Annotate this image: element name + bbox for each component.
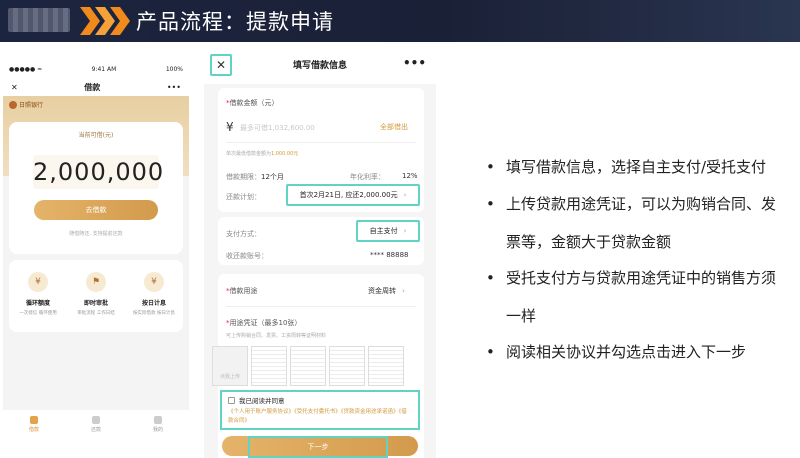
agreement-text: 我已阅读并同意	[239, 397, 285, 405]
nav-title: 借款	[84, 82, 101, 92]
more-icon[interactable]: •••	[403, 56, 426, 70]
close-icon[interactable]: ✕	[11, 83, 18, 92]
tab-borrow[interactable]: 借款	[28, 415, 39, 433]
tab-label: 借款	[28, 426, 39, 433]
agreement-checkbox-row[interactable]: 我已阅读并同意	[228, 395, 412, 405]
close-button[interactable]: ✕	[210, 54, 232, 76]
bank-logo: 日照银行	[9, 100, 43, 109]
available-amount: 2,000,000	[33, 155, 163, 189]
repay-tab-icon	[91, 415, 100, 424]
payment-label: 支付方式：	[226, 230, 261, 238]
more-icon[interactable]: •••	[167, 83, 181, 92]
rate-value: 12%	[402, 172, 418, 180]
divider	[226, 306, 416, 307]
bullet-item: 填写借款信息，选择自主支付/受托支付	[484, 158, 784, 177]
signal-icon: ●●●●● ≈	[9, 65, 43, 73]
account-value: **** 88888	[370, 251, 409, 259]
plan-label: 还款计划：	[226, 193, 261, 201]
currency-symbol: ¥	[226, 120, 234, 134]
purpose-selector[interactable]: 资金周转 ›	[368, 286, 405, 296]
tab-repay[interactable]: 还款	[90, 415, 101, 433]
chevron-right-icon: ›	[402, 287, 405, 295]
tab-mine[interactable]: 我的	[152, 415, 163, 433]
credit-card: 当前可借(元) 2,000,000 去借款 随借随还, 支持提前还款	[9, 122, 183, 254]
borrow-tab-icon	[29, 415, 38, 424]
purpose-label: *借款用途	[226, 287, 258, 295]
bullet-list: 填写借款信息，选择自主支付/受托支付 上传贷款用途凭证，可以为购销合同、发票等，…	[484, 158, 784, 380]
tab-bar: 借款 还款 我的	[3, 410, 189, 438]
feature-title: 即时审批	[83, 300, 108, 307]
repayment-plan-value: 首次2月21日, 应还2,000.00元	[299, 191, 398, 199]
approval-icon: ⚑	[86, 272, 106, 292]
available-label: 当前可借(元)	[78, 132, 114, 139]
feature-title: 按日计息	[141, 300, 166, 307]
min-amount-hint: 单次最低借款金额为1,000.00元	[226, 151, 299, 157]
status-bar: ●●●●● ≈ 9:41 AM 100%	[3, 60, 189, 78]
voucher-thumbnails: 点我上传	[212, 346, 404, 386]
borrow-all-link[interactable]: 全部借出	[380, 122, 408, 132]
voucher-thumbnail[interactable]	[329, 346, 365, 386]
status-time: 9:41 AM	[91, 65, 117, 73]
bank-logo-icon	[9, 100, 17, 109]
bullet-item: 上传贷款用途凭证，可以为购销合同、发票等，金额大于贷款金额	[484, 185, 784, 261]
borrow-button[interactable]: 去借款	[34, 200, 158, 220]
interest-icon: ¥	[144, 272, 164, 292]
bank-name: 日照银行	[19, 102, 44, 109]
divider	[226, 142, 416, 143]
feature-sub: 一次授信 循环使用	[19, 311, 57, 316]
agreement-links[interactable]: 《个人用于账户服务协议》《受托支付委托书》《贷款资金用途承诺函》《借款合同》	[228, 408, 412, 426]
form-navbar: ✕ 填写借款信息 •••	[204, 44, 436, 84]
payment-method-value: 自主支付	[369, 227, 398, 235]
voucher-hint: 可上传购销合同、发票、工资周转等证明材料	[226, 333, 327, 339]
bullet-item: 阅读相关协议并勾选点击进入下一步	[484, 343, 784, 362]
close-icon: ✕	[215, 58, 227, 72]
rate-label: 年化利率：	[350, 173, 385, 181]
user-tab-icon	[153, 415, 162, 424]
chevron-right-icon: ›	[403, 191, 407, 199]
feature-item: ¥ 循环额度 一次授信 循环使用	[13, 272, 63, 332]
repayment-plan-selector[interactable]: 首次2月21日, 应还2,000.00元 ›	[286, 184, 420, 206]
feature-title: 循环额度	[25, 300, 50, 307]
bullet-item: 受托支付方与贷款用途凭证中的销售方须一样	[484, 259, 784, 335]
repay-note: 随借随还, 支持提前还款	[69, 231, 123, 237]
tab-label: 我的	[152, 426, 163, 433]
company-logo	[8, 8, 70, 32]
voucher-label: *用途凭证（最多10张）	[226, 319, 302, 327]
next-button[interactable]: 下一步	[248, 436, 388, 458]
form-title: 填写借款信息	[292, 60, 347, 71]
voucher-thumbnail[interactable]	[251, 346, 287, 386]
battery-level: 100%	[165, 65, 183, 73]
cycle-icon: ¥	[28, 272, 48, 292]
slide-title: 产品流程：提款申请	[136, 10, 334, 34]
agreement-box: 我已阅读并同意 《个人用于账户服务协议》《受托支付委托书》《贷款资金用途承诺函》…	[220, 390, 420, 430]
term-label: 借款期限：12个月	[226, 173, 284, 181]
slide-header: 产品流程：提款申请	[0, 0, 800, 42]
payment-method-selector[interactable]: 自主支付 ›	[356, 220, 420, 242]
account-label: 收还款账号：	[226, 252, 268, 260]
feature-sub: 按实际借款 按日计息	[133, 311, 175, 316]
phone-loan-form: ✕ 填写借款信息 ••• *借款金额（元） ¥ 最多可借1,032,600.00…	[204, 44, 436, 458]
amount-input[interactable]: 最多可借1,032,600.00	[240, 123, 315, 133]
feature-list: ¥ 循环额度 一次授信 循环使用 ⚑ 即时审批 审批流程 工作日结 ¥ 按日计息…	[9, 260, 183, 332]
chevron-right-icon: ›	[403, 227, 407, 235]
tab-label: 还款	[90, 426, 101, 433]
navbar: ✕ 借款 •••	[3, 78, 189, 96]
phone-home-screen: ●●●●● ≈ 9:41 AM 100% ✕ 借款 ••• 日照银行 当前可借(…	[3, 60, 189, 438]
feature-item: ⚑ 即时审批 审批流程 工作日结	[71, 272, 121, 332]
voucher-thumbnail[interactable]	[290, 346, 326, 386]
agreement-checkbox[interactable]	[228, 396, 235, 404]
upload-button[interactable]: 点我上传	[212, 346, 248, 386]
feature-item: ¥ 按日计息 按实际借款 按日计息	[129, 272, 179, 332]
voucher-thumbnail[interactable]	[368, 346, 404, 386]
feature-sub: 审批流程 工作日结	[77, 311, 115, 316]
amount-label: *借款金额（元）	[226, 99, 279, 107]
